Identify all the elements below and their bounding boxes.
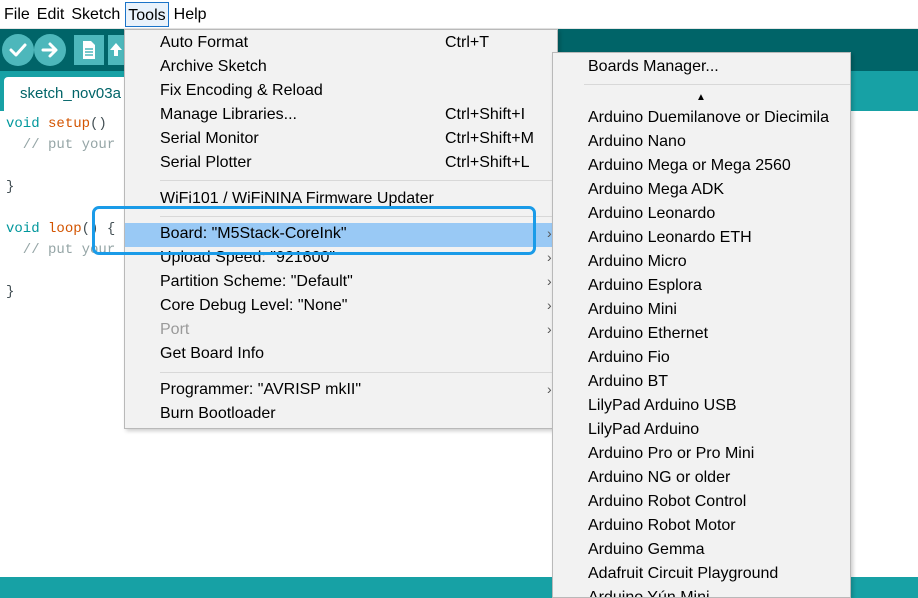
menu-sketch[interactable]: Sketch xyxy=(69,2,122,27)
code-comment: // put your xyxy=(6,137,116,153)
board-item[interactable]: LilyPad Arduino USB xyxy=(553,395,850,419)
highlight-callout xyxy=(92,206,536,255)
board-item[interactable]: Arduino BT xyxy=(553,371,850,395)
boards-manager-item[interactable]: Boards Manager... xyxy=(588,58,719,76)
board-item[interactable]: Arduino Robot Control xyxy=(553,491,850,515)
upload-icon xyxy=(41,42,58,58)
submenu-arrow-icon: › xyxy=(547,225,552,241)
menu-item-auto-format[interactable]: Auto Format Ctrl+T xyxy=(125,32,557,56)
board-item[interactable]: Arduino Mega ADK xyxy=(553,179,850,203)
menu-item-core-debug-level[interactable]: Core Debug Level: "None" › xyxy=(125,295,557,319)
menu-item-fix-encoding[interactable]: Fix Encoding & Reload xyxy=(125,80,557,104)
board-item[interactable]: Arduino Duemilanove or Diecimila xyxy=(553,107,850,131)
verify-icon xyxy=(9,43,27,57)
board-item[interactable]: Arduino Esplora xyxy=(553,275,850,299)
menu-item-manage-libraries[interactable]: Manage Libraries... Ctrl+Shift+I xyxy=(125,104,557,128)
code-line: } xyxy=(6,179,15,195)
submenu-arrow-icon: › xyxy=(547,297,552,313)
menu-item-burn-bootloader[interactable]: Burn Bootloader xyxy=(125,403,557,427)
submenu-arrow-icon: › xyxy=(547,381,552,397)
board-item[interactable]: Arduino Ethernet xyxy=(553,323,850,347)
board-item[interactable]: Arduino Pro or Pro Mini xyxy=(553,443,850,467)
menu-file[interactable]: File xyxy=(2,2,32,27)
board-item[interactable]: Arduino Fio xyxy=(553,347,850,371)
upload-button[interactable] xyxy=(34,34,66,66)
menu-help[interactable]: Help xyxy=(172,2,209,27)
board-item[interactable]: Arduino Mega or Mega 2560 xyxy=(553,155,850,179)
scroll-up-icon[interactable]: ▲ xyxy=(696,92,706,103)
code-line: } xyxy=(6,284,15,300)
menu-item-archive-sketch[interactable]: Archive Sketch xyxy=(125,56,557,80)
code-line: void setup() xyxy=(6,116,107,132)
menu-item-serial-monitor[interactable]: Serial Monitor Ctrl+Shift+M xyxy=(125,128,557,152)
menu-edit[interactable]: Edit xyxy=(35,2,67,27)
submenu-arrow-icon: › xyxy=(547,321,552,337)
submenu-arrow-icon: › xyxy=(547,249,552,265)
menu-item-port: Port › xyxy=(160,321,552,338)
menu-bar: File Edit Sketch Tools Help xyxy=(0,0,918,29)
menu-item-get-board-info[interactable]: Get Board Info xyxy=(125,343,557,367)
board-item[interactable]: Arduino Gemma xyxy=(553,539,850,563)
boards-submenu: Boards Manager... ▲ Arduino Duemilanove … xyxy=(552,52,851,598)
board-item[interactable]: Arduino Leonardo xyxy=(553,203,850,227)
menu-tools[interactable]: Tools xyxy=(125,1,169,27)
board-item[interactable]: Arduino Yún Mini xyxy=(553,587,850,597)
submenu-arrow-icon: › xyxy=(547,273,552,289)
menu-separator xyxy=(584,84,850,85)
menu-separator xyxy=(160,180,553,181)
open-button[interactable] xyxy=(108,35,124,65)
board-item[interactable]: Arduino Nano xyxy=(553,131,850,155)
new-icon xyxy=(83,41,95,59)
menu-separator xyxy=(160,372,553,373)
board-item[interactable]: Arduino Mini xyxy=(553,299,850,323)
verify-button[interactable] xyxy=(2,34,34,66)
new-button[interactable] xyxy=(74,35,104,65)
open-icon xyxy=(110,43,122,56)
board-item[interactable]: Adafruit Circuit Playground xyxy=(553,563,850,587)
board-list: Arduino Duemilanove or Diecimila Arduino … xyxy=(553,107,850,597)
menu-item-programmer[interactable]: Programmer: "AVRISP mkII" › xyxy=(125,379,557,403)
board-item[interactable]: Arduino NG or older xyxy=(553,467,850,491)
tab-sketch[interactable]: sketch_nov03a xyxy=(4,77,128,111)
board-item[interactable]: Arduino Micro xyxy=(553,251,850,275)
menu-item-partition-scheme[interactable]: Partition Scheme: "Default" › xyxy=(125,271,557,295)
board-item[interactable]: Arduino Leonardo ETH xyxy=(553,227,850,251)
board-item[interactable]: LilyPad Arduino xyxy=(553,419,850,443)
board-item[interactable]: Arduino Robot Motor xyxy=(553,515,850,539)
menu-item-serial-plotter[interactable]: Serial Plotter Ctrl+Shift+L xyxy=(125,152,557,176)
